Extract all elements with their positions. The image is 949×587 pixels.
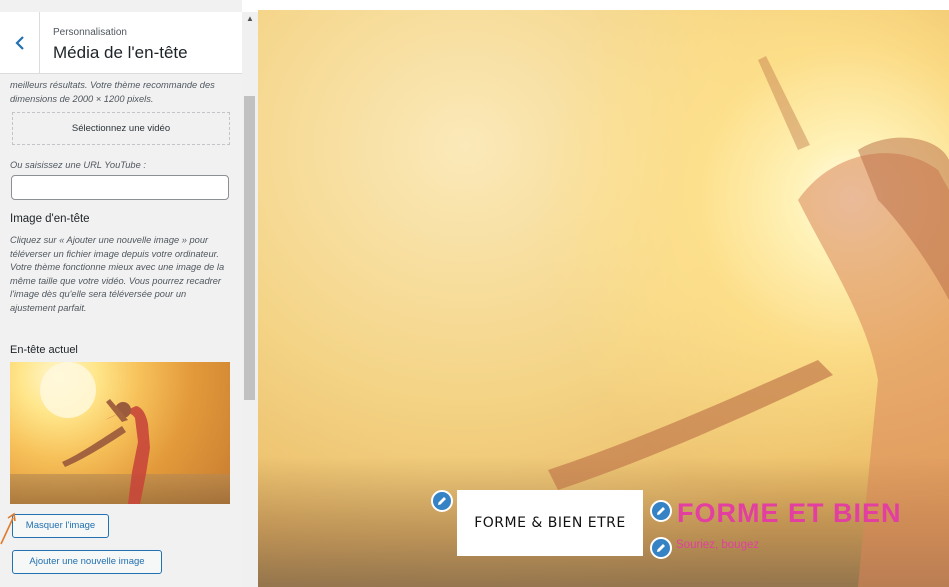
annotation-arrow-icon xyxy=(0,512,16,545)
site-logo[interactable]: FORME & BIEN ETRE xyxy=(457,490,643,556)
add-new-image-button[interactable]: Ajouter une nouvelle image xyxy=(12,550,162,574)
youtube-url-input[interactable] xyxy=(11,175,229,200)
scrollbar-thumb[interactable] xyxy=(244,96,255,400)
back-button[interactable] xyxy=(0,12,40,74)
sidebar-panel: Personnalisation Média de l'en-tête meil… xyxy=(0,0,242,587)
hide-image-button[interactable]: Masquer l'image xyxy=(12,514,109,538)
current-header-thumbnail[interactable] xyxy=(10,362,230,504)
youtube-url-label: Ou saisissez une URL YouTube : xyxy=(10,160,146,170)
triangle-up-icon[interactable]: ▲ xyxy=(242,12,258,26)
header-image-heading: Image d'en-tête xyxy=(10,213,90,225)
header-image-description: Cliquez sur « Ajouter une nouvelle image… xyxy=(10,235,225,313)
woman-silhouette-thumbnail xyxy=(40,362,150,504)
chevron-left-icon xyxy=(14,36,24,50)
site-tagline: Souriez, bougez xyxy=(676,539,760,551)
site-logo-text: FORME & BIEN ETRE xyxy=(474,515,626,531)
current-header-heading: En-tête actuel xyxy=(10,344,78,356)
panel-title: Média de l'en-tête xyxy=(53,43,188,62)
edit-logo-pencil-icon[interactable] xyxy=(431,490,453,512)
customizer-sidebar: Personnalisation Média de l'en-tête meil… xyxy=(0,0,258,587)
panel-header: Personnalisation Média de l'en-tête xyxy=(0,12,242,74)
breadcrumb: Personnalisation xyxy=(53,27,127,38)
edit-title-pencil-icon[interactable] xyxy=(650,500,672,522)
site-preview: FORME & BIEN ETRE FORME ET BIEN Souriez,… xyxy=(258,0,949,587)
site-title[interactable]: FORME ET BIEN xyxy=(677,498,902,529)
edit-tagline-pencil-icon[interactable] xyxy=(650,537,672,559)
select-video-button[interactable]: Sélectionnez une vidéo xyxy=(12,112,230,145)
video-description: meilleurs résultats. Votre thème recomma… xyxy=(10,80,215,104)
